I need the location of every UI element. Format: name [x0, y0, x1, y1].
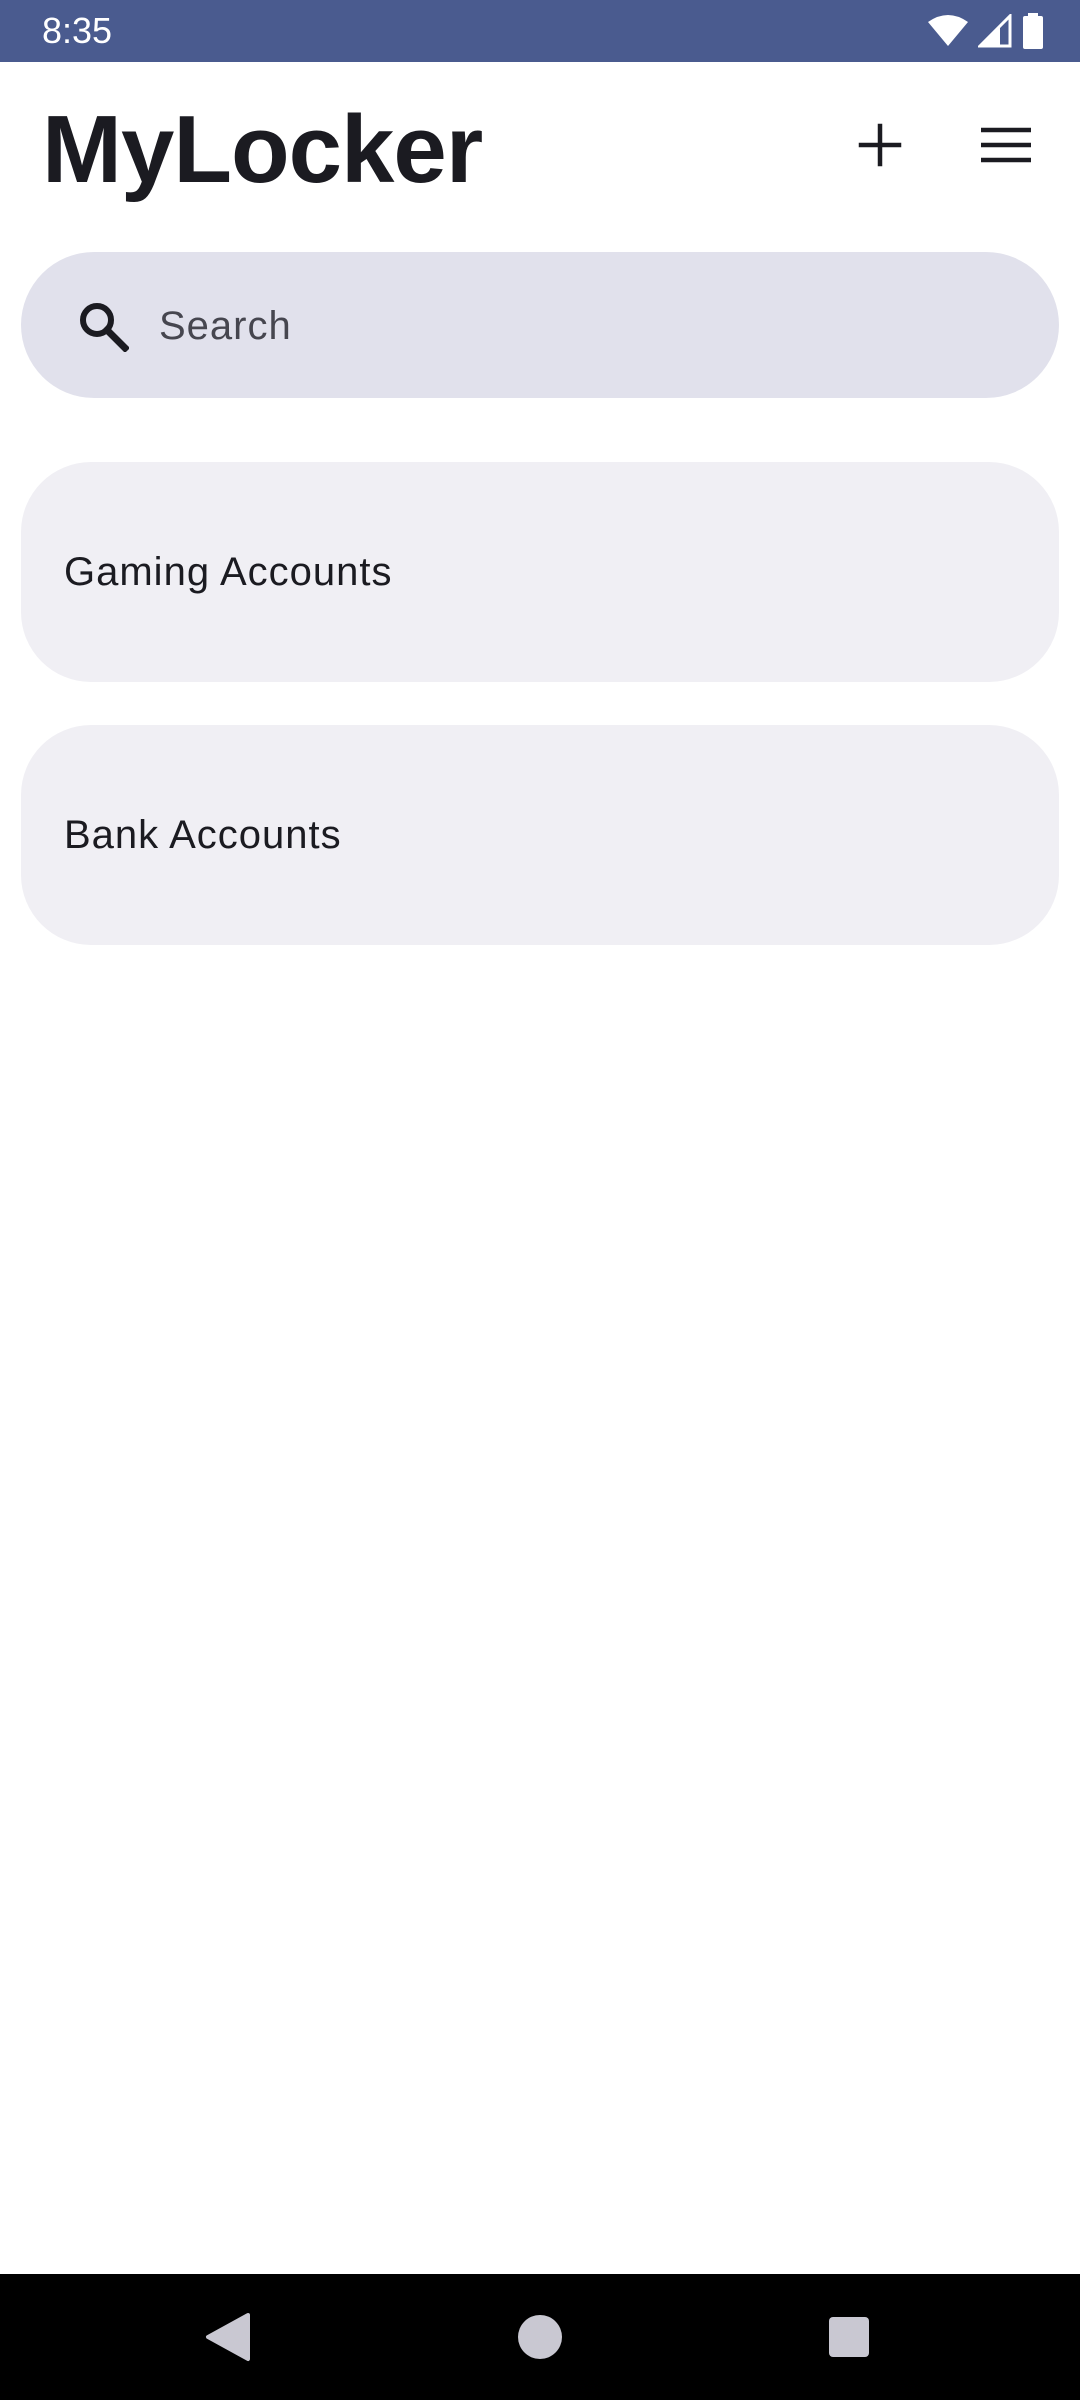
add-button[interactable]	[832, 99, 928, 195]
search-input[interactable]	[157, 288, 1021, 364]
back-button[interactable]	[188, 2299, 268, 2379]
search-icon	[77, 300, 130, 353]
recents-button[interactable]	[809, 2299, 889, 2379]
battery-icon	[1022, 13, 1044, 49]
home-icon	[517, 2314, 563, 2365]
wifi-icon	[928, 14, 968, 48]
list-item-label: Bank Accounts	[64, 813, 342, 857]
list-item-bank-accounts[interactable]: Bank Accounts	[21, 725, 1059, 945]
menu-icon	[981, 127, 1031, 168]
screen: 8:35 MyLocker Gamin	[0, 0, 1080, 2400]
list-item-gaming-accounts[interactable]: Gaming Accounts	[21, 462, 1059, 682]
home-button[interactable]	[500, 2299, 580, 2379]
menu-button[interactable]	[958, 99, 1054, 195]
status-time: 8:35	[42, 10, 113, 51]
back-icon	[204, 2312, 252, 2367]
search-bar[interactable]	[21, 252, 1059, 398]
status-bar: 8:35	[0, 0, 1080, 62]
status-icons	[928, 10, 1044, 52]
page-title: MyLocker	[42, 96, 483, 203]
signal-icon	[978, 14, 1012, 48]
add-icon	[858, 123, 902, 172]
list-item-label: Gaming Accounts	[64, 550, 393, 594]
recents-icon	[828, 2316, 870, 2363]
system-nav-bar	[0, 2274, 1080, 2400]
